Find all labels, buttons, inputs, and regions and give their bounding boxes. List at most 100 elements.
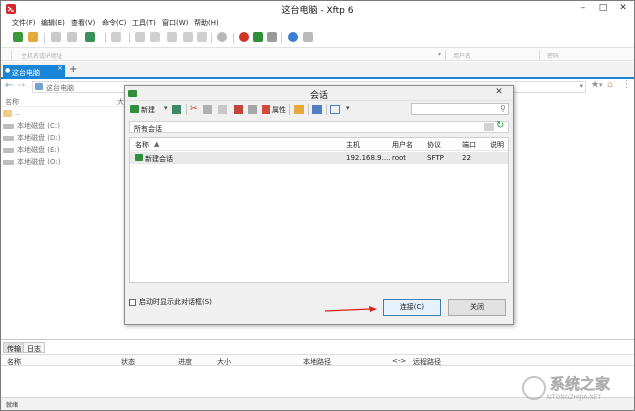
watermark-brand: 系统之家 <box>550 375 611 394</box>
menu-window[interactable]: 窗口(W) <box>162 18 188 28</box>
rename-icon[interactable] <box>248 105 257 114</box>
startup-checkbox[interactable] <box>129 298 136 306</box>
watermark: 系统之家 XITONGZHIJIA.NET <box>520 373 630 407</box>
globe-icon[interactable] <box>217 32 227 42</box>
new-tab-icon[interactable] <box>85 32 95 42</box>
menu-command[interactable]: 命令(C) <box>102 18 126 28</box>
import-icon[interactable] <box>312 105 322 114</box>
session-row[interactable]: 新建会话 192.168.9.... root SFTP 22 <box>130 152 508 164</box>
session-icon <box>135 154 143 161</box>
properties-button[interactable]: 属性 <box>272 105 286 115</box>
username-input[interactable]: 用户名 <box>453 51 471 60</box>
chat-icon[interactable] <box>303 32 313 42</box>
transfer-header: 名称 状态 进度 大小 本地路径 <-> 远程路径 <box>1 354 634 366</box>
tab-log[interactable]: 日志 <box>23 342 45 353</box>
session-port: 22 <box>462 154 471 162</box>
menu-bar: 文件(F) 编辑(E) 查看(V) 命令(C) 工具(T) 窗口(W) 帮助(H… <box>1 16 634 30</box>
col-status[interactable]: 状态 <box>121 357 135 367</box>
add-tab-icon[interactable]: + <box>69 64 77 75</box>
find-icon[interactable] <box>197 32 207 42</box>
session-dialog: 会话 ✕ 新建 ▾ ✂ 属性 ▾ ⚲ 所有会话 ↻ 名称 ▲ 主机 用户名 协议… <box>124 85 514 325</box>
session-list: 名称 ▲ 主机 用户名 协议 端口 说明 新建会话 192.168.9.... … <box>129 137 509 283</box>
menu-help[interactable]: 帮助(H) <box>194 18 219 28</box>
host-dropdown-icon[interactable]: ▾ <box>438 51 441 58</box>
properties-icon <box>262 105 270 114</box>
col-name[interactable]: 名称 <box>135 140 149 150</box>
new-dropdown-icon[interactable]: ▾ <box>164 104 168 112</box>
session-search-input[interactable]: ⚲ <box>411 103 509 115</box>
open-session-icon[interactable] <box>172 105 181 114</box>
col-user[interactable]: 用户名 <box>392 140 413 150</box>
col-progress[interactable]: 进度 <box>178 357 192 367</box>
connect-button[interactable]: 连接(C) <box>383 299 441 316</box>
xftp-icon[interactable] <box>253 32 263 42</box>
host-input[interactable]: 主机名或IP地址 <box>21 51 62 60</box>
dialog-title: 会话 <box>309 91 328 101</box>
session-name: 新建会话 <box>145 155 173 163</box>
copy-icon[interactable] <box>135 32 145 42</box>
session-list-header: 名称 ▲ 主机 用户名 协议 端口 说明 <box>130 138 508 151</box>
view-dropdown-icon[interactable]: ▾ <box>346 104 350 112</box>
col-port[interactable]: 端口 <box>462 140 476 150</box>
tab-close-icon[interactable]: × <box>57 64 63 72</box>
folder-bar: 所有会话 ↻ <box>129 120 509 133</box>
paste-icon[interactable] <box>218 105 227 114</box>
folder-icon[interactable] <box>294 105 304 114</box>
col-protocol[interactable]: 协议 <box>427 140 441 150</box>
menu-edit[interactable]: 编辑(E) <box>41 18 65 28</box>
paste-icon[interactable] <box>150 32 160 42</box>
tab-this-pc[interactable]: ● 这台电脑 <box>3 65 65 79</box>
title-bar: 这台电脑 - Xftp 6 – □ ✕ <box>1 1 634 16</box>
copy-icon[interactable] <box>203 105 212 114</box>
tab-label: 这台电脑 <box>12 69 40 77</box>
dialog-title-bar: 会话 ✕ <box>125 86 513 101</box>
layout-icon[interactable] <box>111 32 121 42</box>
help-icon[interactable] <box>288 32 298 42</box>
watermark-url: XITONGZHIJIA.NET <box>546 394 602 401</box>
refresh-icon[interactable] <box>183 32 193 42</box>
sync-icon[interactable] <box>167 32 177 42</box>
col-remote-path[interactable]: 远程路径 <box>413 357 441 367</box>
col-desc[interactable]: 说明 <box>490 140 504 150</box>
menu-view[interactable]: 查看(V) <box>71 18 95 28</box>
main-toolbar <box>1 30 634 46</box>
new-button[interactable]: 新建 <box>141 105 155 115</box>
col-name[interactable]: 名称 <box>7 357 21 367</box>
col-size[interactable]: 大小 <box>217 357 231 367</box>
col-direction[interactable]: <-> <box>392 357 406 365</box>
window-title: 这台电脑 - Xftp 6 <box>281 6 354 16</box>
menu-file[interactable]: 文件(F) <box>12 18 36 28</box>
open-folder-icon[interactable] <box>28 32 38 42</box>
refresh-icon[interactable]: ↻ <box>496 120 504 131</box>
col-local-path[interactable]: 本地路径 <box>303 357 331 367</box>
startup-option[interactable]: 启动时显示此对话框(S) <box>129 297 212 307</box>
address-bar: 主机名或IP地址 ▾ 用户名 密码 <box>1 47 634 61</box>
watermark-logo <box>522 376 546 400</box>
session-host: 192.168.9.... <box>346 154 391 162</box>
delete-icon[interactable] <box>234 105 243 114</box>
new-session-icon <box>130 105 139 113</box>
search-icon: ⚲ <box>500 104 506 113</box>
tab-transfer[interactable]: 传输 <box>3 342 25 353</box>
new-folder-icon[interactable] <box>484 123 494 131</box>
close-window-button[interactable]: ✕ <box>611 2 635 15</box>
sort-up-icon: ▲ <box>154 140 160 148</box>
menu-tools[interactable]: 工具(T) <box>132 18 156 28</box>
status-text: 就绪 <box>6 402 19 409</box>
disconnect-icon[interactable] <box>67 32 77 42</box>
dialog-close-button[interactable]: ✕ <box>492 87 506 99</box>
cut-icon[interactable]: ✂ <box>190 104 198 114</box>
view-icon[interactable] <box>330 105 340 114</box>
xshell-icon[interactable] <box>239 32 249 42</box>
red-arrow-annotation <box>325 306 377 312</box>
session-protocol: SFTP <box>427 154 444 162</box>
startup-label: 启动时显示此对话框(S) <box>139 298 212 306</box>
col-host[interactable]: 主机 <box>346 140 360 150</box>
folder-label: 所有会话 <box>134 125 162 133</box>
password-input[interactable]: 密码 <box>547 51 559 60</box>
link-icon[interactable] <box>51 32 61 42</box>
close-button[interactable]: 关闭 <box>448 299 506 316</box>
session-user: root <box>392 154 407 162</box>
new-session-icon[interactable] <box>13 32 23 42</box>
lock-icon[interactable] <box>267 32 277 42</box>
